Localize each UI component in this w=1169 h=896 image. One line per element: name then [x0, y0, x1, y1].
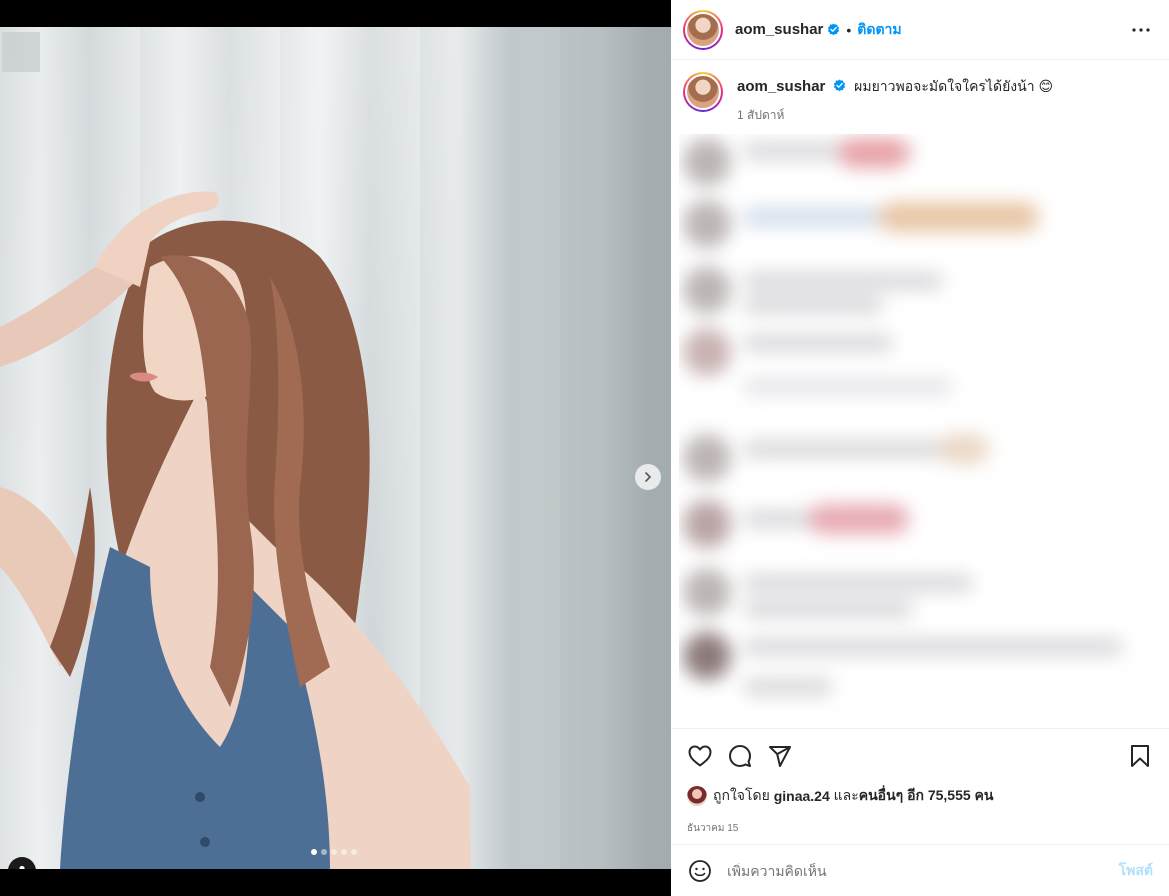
carousel-dot — [341, 849, 347, 855]
save-button[interactable] — [1127, 743, 1153, 769]
share-button[interactable] — [767, 743, 793, 769]
caption-timestamp[interactable]: 1 สัปดาห์ — [737, 106, 1053, 125]
chevron-right-icon — [645, 472, 652, 482]
comment-row — [679, 430, 1159, 490]
bookmark-icon — [1131, 745, 1149, 767]
verified-badge-icon — [834, 79, 846, 92]
verified-badge-icon — [828, 23, 840, 36]
comment-row — [679, 324, 1159, 396]
likes-prefix: ถูกใจโดย — [713, 787, 770, 803]
author-avatar[interactable] — [683, 9, 723, 50]
comment-row — [679, 196, 1159, 256]
heart-icon — [688, 745, 712, 767]
follow-button[interactable]: ติดตาม — [857, 19, 901, 41]
post-media — [0, 0, 671, 896]
comment-row — [679, 564, 1159, 624]
comment-row — [679, 628, 1159, 696]
photo-subject — [0, 191, 471, 869]
post-panel: aom_sushar • ติดตาม aom_sushar ผมยาวพอจะ… — [671, 0, 1169, 896]
comment-row — [679, 496, 1159, 556]
carousel-dot — [351, 849, 357, 855]
comment-input[interactable] — [727, 862, 1119, 879]
comment-row — [679, 262, 1159, 322]
post-date[interactable]: ธันวาคม 15 — [687, 821, 1153, 836]
more-horizontal-icon — [1132, 28, 1150, 32]
liker-avatar[interactable] — [687, 786, 707, 806]
likes-summary: ถูกใจโดย ginaa.24 และ คนอื่นๆ อีก 75,555 … — [687, 785, 1153, 807]
liker-username[interactable]: ginaa.24 — [774, 788, 830, 804]
user-tag-icon — [19, 865, 25, 869]
next-slide-button[interactable] — [635, 464, 661, 490]
post-comment-button[interactable]: โพสต์ — [1119, 860, 1153, 882]
carousel-dot-active — [311, 849, 317, 855]
comment-icon — [729, 745, 751, 767]
post-photo — [0, 27, 671, 869]
emoji-button[interactable] — [687, 858, 713, 884]
more-options-button[interactable] — [1129, 20, 1153, 40]
comment-button[interactable] — [727, 743, 753, 769]
emoji-icon — [689, 859, 711, 882]
caption-avatar[interactable] — [683, 72, 723, 112]
add-comment-bar: โพสต์ — [671, 844, 1169, 896]
comment-row — [679, 134, 1159, 194]
carousel-dot — [321, 849, 327, 855]
share-icon — [769, 746, 791, 767]
carousel-indicator — [311, 849, 357, 855]
likes-others-link[interactable]: คนอื่นๆ อีก 75,555 คน — [859, 785, 994, 807]
post-actions: ถูกใจโดย ginaa.24 และ คนอื่นๆ อีก 75,555 … — [671, 728, 1169, 836]
likes-middle: และ — [833, 787, 859, 803]
header-separator: • — [846, 21, 852, 38]
comments-list-blurred — [679, 134, 1159, 714]
like-button[interactable] — [687, 743, 713, 769]
author-username[interactable]: aom_sushar — [735, 21, 823, 38]
post-header: aom_sushar • ติดตาม — [671, 0, 1169, 60]
caption-text: ผมยาวพอจะมัดใจใครได้ยังน้า 😊 — [854, 78, 1054, 94]
caption-username[interactable]: aom_sushar — [737, 78, 825, 95]
post-caption: aom_sushar ผมยาวพอจะมัดใจใครได้ยังน้า 😊 … — [671, 60, 1169, 134]
carousel-dot — [331, 849, 337, 855]
